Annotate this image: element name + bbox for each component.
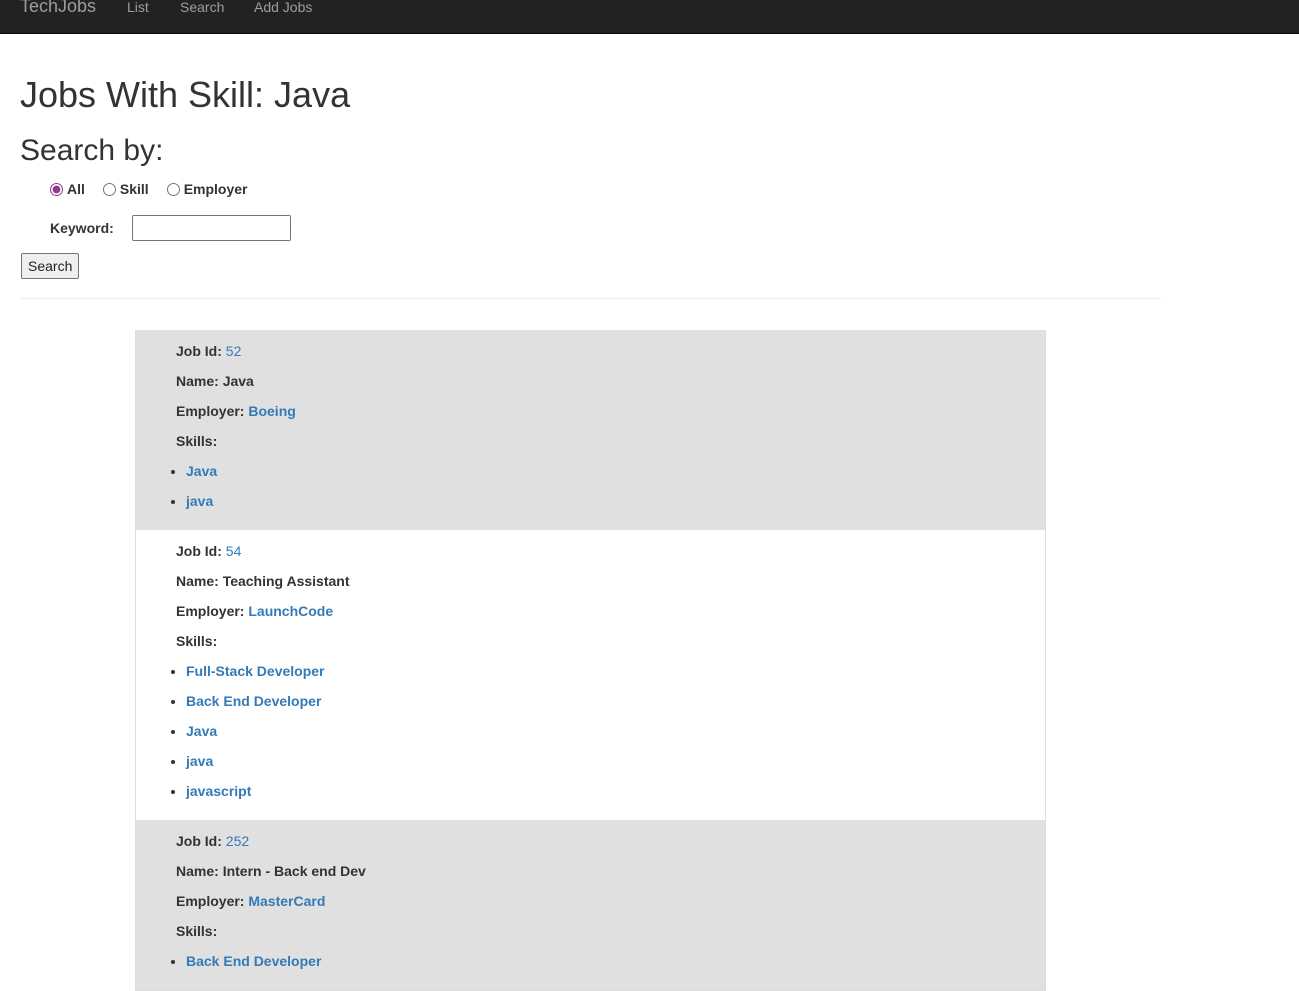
radio-skill[interactable]: Skill [102,181,149,197]
skill-item: Java [186,716,1045,746]
radio-all[interactable]: All [50,181,85,197]
skill-item: Back End Developer [186,686,1045,716]
radio-employer-input[interactable] [166,182,180,196]
search-button[interactable]: Search [21,253,80,279]
skills-list: Full-Stack Developer Back End Developer Ja… [176,656,1045,806]
page-title: Jobs With Skill: Java [20,74,351,115]
jobs-table: Job Id: 52 Name: Java Employer: Boeing S… [135,330,1046,991]
skill-link[interactable]: javascript [186,783,251,799]
radio-skill-input[interactable] [102,182,116,196]
skill-link[interactable]: Back End Developer [186,693,321,709]
skill-link[interactable]: Java [186,723,217,739]
job-name-line: Name: Teaching Assistant [176,573,350,589]
employer-link[interactable]: LaunchCode [248,603,333,619]
job-id-link[interactable]: 52 [226,343,242,359]
skill-item: Java [186,456,1045,486]
job-employer-line: Employer: Boeing [176,403,296,419]
job-row: Job Id: 252 Name: Intern - Back end Dev … [136,820,1045,990]
skill-item: Back End Developer [186,946,1045,976]
job-row: Job Id: 54 Name: Teaching Assistant Empl… [136,530,1045,820]
search-heading: Search by: [20,134,164,167]
keyword-input[interactable] [132,215,291,241]
job-name-line: Name: Java [176,373,254,389]
skill-link[interactable]: Full-Stack Developer [186,663,325,679]
skill-link[interactable]: java [186,753,213,769]
job-id-line: Job Id: 252 [176,833,250,849]
job-name: Teaching Assistant [222,573,350,589]
job-id-line: Job Id: 52 [176,343,242,359]
divider [20,298,1161,299]
job-row: Job Id: 52 Name: Java Employer: Boeing S… [136,330,1045,530]
navbar: TechJobs List Search Add Jobs [0,0,1299,34]
radio-all-input[interactable] [50,182,63,196]
skill-link[interactable]: Back End Developer [186,953,321,969]
search-type-group: All Skill Employer [50,181,266,197]
skill-item: Full-Stack Developer [186,656,1045,686]
radio-employer[interactable]: Employer [166,181,248,197]
skills-label: Skills: [176,923,218,939]
job-id-line: Job Id: 54 [176,543,242,559]
keyword-label: Keyword: [50,220,114,236]
job-id-link[interactable]: 54 [226,543,242,559]
job-name: Java [222,373,254,389]
skills-list: Back End Developer [176,946,1045,976]
skill-link[interactable]: java [186,493,213,509]
brand-link[interactable]: TechJobs [20,0,96,17]
job-name-line: Name: Intern - Back end Dev [176,863,366,879]
skill-item: java [186,486,1045,516]
job-id-link[interactable]: 252 [226,833,249,849]
nav-search[interactable]: Search [180,0,224,15]
employer-link[interactable]: MasterCard [248,893,325,909]
employer-link[interactable]: Boeing [248,403,295,419]
skills-list: Java java [176,456,1045,516]
skill-link[interactable]: Java [186,463,217,479]
job-employer-line: Employer: LaunchCode [176,603,334,619]
skills-label: Skills: [176,633,218,649]
nav-list[interactable]: List [127,0,149,15]
skill-item: javascript [186,776,1045,806]
job-name: Intern - Back end Dev [222,863,366,879]
job-employer-line: Employer: MasterCard [176,893,326,909]
nav-add-jobs[interactable]: Add Jobs [254,0,312,15]
skill-item: java [186,746,1045,776]
skills-label: Skills: [176,433,218,449]
